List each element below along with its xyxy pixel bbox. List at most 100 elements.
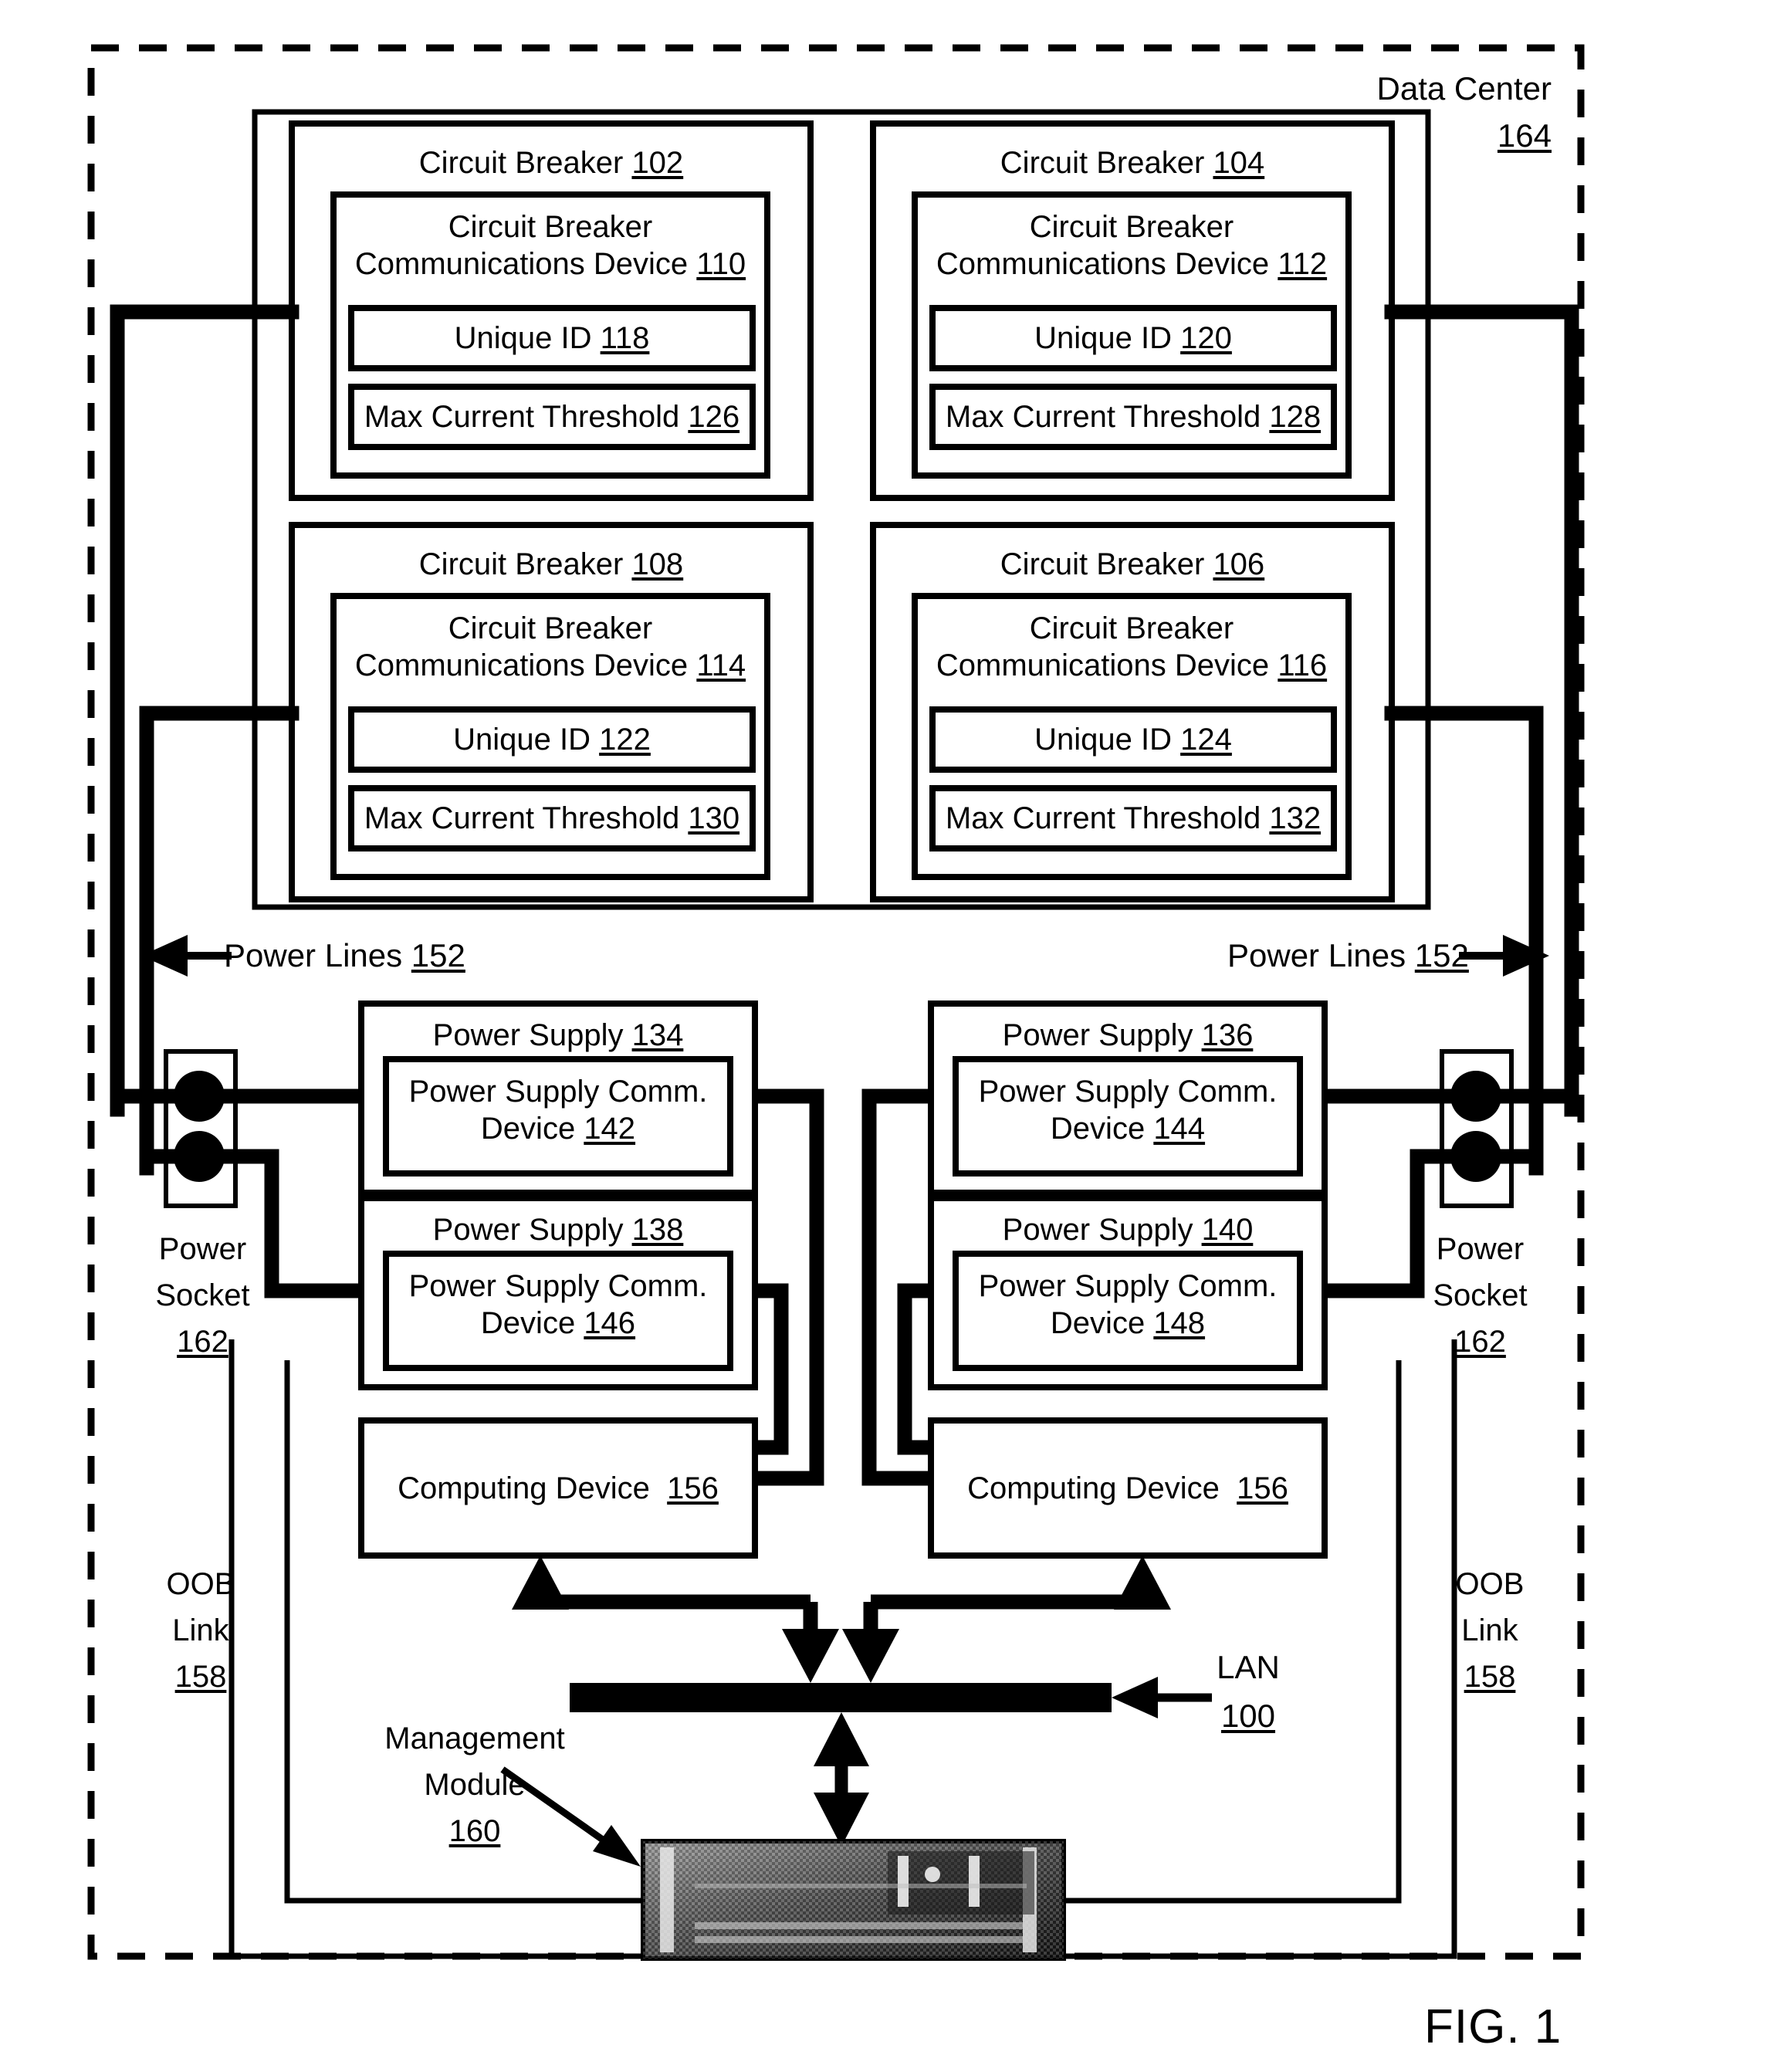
circuit-breaker-106-title: Circuit Breaker 106 (873, 547, 1392, 583)
ps-138-title-text: Power Supply (432, 1213, 624, 1247)
oob-link-left-ref: 158 (174, 1660, 227, 1694)
computing-device-left-ref: 156 (667, 1471, 719, 1505)
lan-pointer-arrowhead (1112, 1677, 1158, 1718)
oob-link-right-label: OOB Link 158 (1413, 1561, 1567, 1700)
ps-138-comm-line2: Device (480, 1306, 576, 1340)
data-center-ref: 164 (1497, 117, 1552, 154)
ps-134-comm-ref: 142 (584, 1112, 636, 1146)
cb-102-comm-line1: Circuit Breaker (448, 210, 653, 244)
cb-104-comm-ref: 112 (1278, 247, 1328, 281)
lan-label-text: LAN (1217, 1649, 1280, 1685)
power-supply-134-title: Power Supply 134 (361, 1017, 755, 1054)
oob-link-right-line2: Link (1461, 1613, 1518, 1647)
cb-104-comm-line1: Circuit Breaker (1029, 210, 1234, 244)
power-supply-140-title: Power Supply 140 (931, 1212, 1325, 1248)
cb-106-unique-id-text: Unique ID 124 (932, 724, 1334, 755)
ps-136-comm-ref: 144 (1153, 1112, 1206, 1146)
cd-left-up-arrow (512, 1556, 569, 1610)
management-module-pointer-head (593, 1825, 641, 1867)
computing-device-right-ref: 156 (1237, 1471, 1288, 1505)
cb-106-max-current-ref: 132 (1269, 801, 1322, 835)
ps-134-comm-line1: Power Supply Comm. (408, 1075, 708, 1109)
ps-136-title-ref: 136 (1201, 1018, 1254, 1052)
power-lines-left-label: Power Lines 152 (224, 937, 465, 974)
cb-102-max-current-label: Max Current Threshold (364, 400, 680, 434)
ps-140-title-text: Power Supply (1002, 1213, 1193, 1247)
power-feed-ps140-to-cd-right (897, 1283, 931, 1455)
power-socket-left-label: Power Socket 162 (116, 1226, 289, 1365)
power-lines-left-text: Power Lines (224, 937, 403, 973)
ps-136-comm-line1: Power Supply Comm. (978, 1075, 1278, 1109)
ps-134-title-text: Power Supply (432, 1018, 624, 1052)
cb-108-unique-id-text: Unique ID 122 (351, 724, 753, 755)
power-socket-left-line2: Socket (155, 1278, 250, 1312)
cb-104-unique-id-text: Unique ID 120 (932, 323, 1334, 354)
management-module-graphic (641, 1839, 1066, 1961)
cb-106-unique-id-ref: 124 (1180, 723, 1232, 757)
cb-104-unique-id-label: Unique ID (1034, 321, 1172, 355)
ps-140-comm-line1: Power Supply Comm. (978, 1269, 1278, 1303)
ps-138-comm-ref: 146 (584, 1306, 636, 1340)
cb-102-comm-line2: Communications Device (354, 247, 689, 281)
power-socket-right-line2: Socket (1433, 1278, 1528, 1312)
power-lines-right-text: Power Lines (1227, 937, 1406, 973)
cb-108-unique-id-ref: 122 (599, 723, 651, 757)
power-supply-136-title: Power Supply 136 (931, 1017, 1325, 1054)
management-module-ref: 160 (448, 1814, 501, 1848)
cb-108-comm-line1: Circuit Breaker (448, 611, 653, 645)
cb-108-title-ref: 108 (631, 547, 684, 581)
power-socket-left-ref: 162 (177, 1325, 228, 1359)
power-socket-right-ref: 162 (1454, 1325, 1506, 1359)
ps-140-comm-line2: Device (1050, 1306, 1146, 1340)
cb-108-comm-line2: Communications Device (354, 648, 689, 682)
figure-caption: FIG. 1 (1424, 2000, 1562, 2053)
oob-link-right-line1: OOB (1455, 1567, 1525, 1601)
cb-102-unique-id-ref: 118 (600, 321, 650, 355)
power-lines-left-ref: 152 (411, 937, 465, 973)
computing-device-left-text: Computing Device (398, 1471, 650, 1505)
power-feed-ps138-to-cd-left (755, 1283, 789, 1455)
data-center-label-text: Data Center (1376, 70, 1552, 107)
ps-134-comm-line2: Device (480, 1112, 576, 1146)
cb-104-max-current-text: Max Current Threshold 128 (932, 401, 1334, 432)
ps-140-title-ref: 140 (1201, 1213, 1254, 1247)
cb-102-comm-device-title: Circuit Breaker Communications Device 11… (333, 208, 767, 283)
ps-134-title-ref: 134 (631, 1018, 684, 1052)
management-module-line1: Management (384, 1722, 565, 1755)
cb-106-title-text: Circuit Breaker (1000, 547, 1205, 581)
cb-106-max-current-text: Max Current Threshold 132 (932, 803, 1334, 834)
oob-link-left-label: OOB Link 158 (124, 1561, 278, 1700)
ps-136-title-text: Power Supply (1002, 1018, 1193, 1052)
power-socket-right-line1: Power (1436, 1232, 1525, 1266)
cb-102-comm-ref: 110 (696, 247, 746, 281)
ps-138-comm-title: Power Supply Comm. Device 146 (386, 1268, 730, 1342)
circuit-breaker-102-title: Circuit Breaker 102 (292, 145, 811, 181)
cb-108-title-text: Circuit Breaker (418, 547, 624, 581)
cb-106-comm-ref: 116 (1278, 648, 1328, 682)
cb-108-max-current-text: Max Current Threshold 130 (351, 803, 753, 834)
cb-104-title-ref: 104 (1213, 146, 1265, 180)
ps-134-comm-title: Power Supply Comm. Device 142 (386, 1073, 730, 1147)
cb-102-max-current-ref: 126 (688, 400, 740, 434)
computing-device-right-text: Computing Device (967, 1471, 1220, 1505)
cb-108-comm-ref: 114 (696, 648, 746, 682)
lan-ref: 100 (1220, 1698, 1276, 1734)
lan-label: LAN 100 (1183, 1643, 1314, 1740)
cb-106-title-ref: 106 (1213, 547, 1265, 581)
cb-108-max-current-label: Max Current Threshold (364, 801, 680, 835)
lan-down-arrow-right (842, 1629, 899, 1683)
cb-106-max-current-label: Max Current Threshold (945, 801, 1261, 835)
cb-104-max-current-ref: 128 (1269, 400, 1322, 434)
cb-108-unique-id-label: Unique ID (453, 723, 591, 757)
cb-102-unique-id-label: Unique ID (454, 321, 592, 355)
cb-104-unique-id-ref: 120 (1180, 321, 1232, 355)
computing-device-left-label: Computing Device 156 (361, 1471, 755, 1506)
circuit-breaker-104-title: Circuit Breaker 104 (873, 145, 1392, 181)
cb-102-unique-id-text: Unique ID 118 (351, 323, 753, 354)
ps-136-comm-line2: Device (1050, 1112, 1146, 1146)
lan-to-mm-arrow-up (814, 1712, 869, 1766)
cb-102-title-text: Circuit Breaker (418, 146, 624, 180)
power-lines-right-label: Power Lines 152 (1227, 937, 1469, 974)
circuit-breaker-108-title: Circuit Breaker 108 (292, 547, 811, 583)
cb-102-title-ref: 102 (631, 146, 684, 180)
